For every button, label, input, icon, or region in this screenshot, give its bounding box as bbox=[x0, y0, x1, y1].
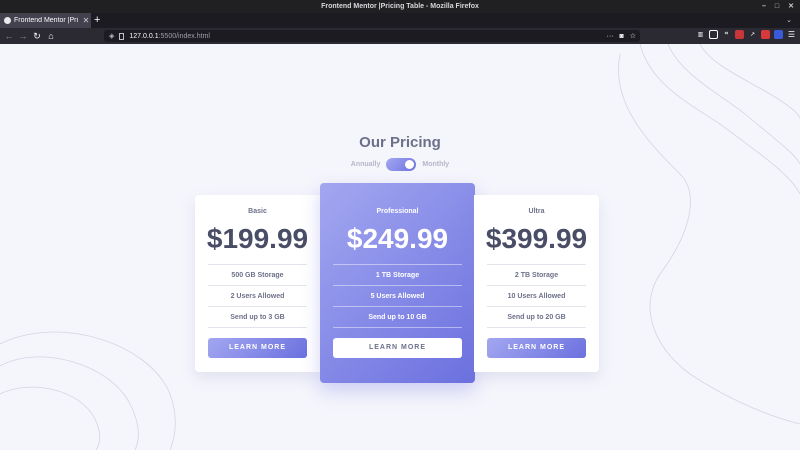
sidebar-icon[interactable] bbox=[709, 30, 718, 39]
learn-more-button[interactable]: LEARN MORE bbox=[208, 338, 307, 358]
feature-item: Send up to 3 GB bbox=[208, 307, 307, 328]
feature-list: 1 TB Storage 5 Users Allowed Send up to … bbox=[333, 264, 462, 328]
menu-icon[interactable]: ☰ bbox=[787, 30, 796, 39]
feature-list: 2 TB Storage 10 Users Allowed Send up to… bbox=[487, 264, 586, 328]
learn-more-button[interactable]: LEARN MORE bbox=[487, 338, 586, 358]
plan-name: Basic bbox=[248, 208, 267, 215]
feature-item: 500 GB Storage bbox=[208, 265, 307, 286]
shield-icon[interactable]: ◈ bbox=[109, 32, 114, 40]
extension-blue-icon[interactable] bbox=[774, 30, 783, 39]
pricing-card-basic: Basic $199.99 500 GB Storage 2 Users All… bbox=[195, 195, 320, 372]
tab-pricing-table[interactable]: Frontend Mentor |Pricing Table ✕ bbox=[0, 13, 91, 28]
bookmark-star-icon[interactable]: ☆ bbox=[630, 32, 636, 40]
window-titlebar: Frontend Mentor |Pricing Table - Mozilla… bbox=[0, 0, 800, 13]
toggle-knob[interactable] bbox=[405, 160, 415, 169]
pocket-icon[interactable]: ◙ bbox=[619, 33, 623, 40]
extension-red-icon[interactable] bbox=[735, 30, 744, 39]
feature-item: 1 TB Storage bbox=[333, 265, 462, 286]
plan-price: $199.99 bbox=[206, 223, 309, 254]
learn-more-button[interactable]: LEARN MORE bbox=[333, 338, 462, 358]
minimize-icon[interactable]: – bbox=[762, 0, 766, 13]
maximize-icon[interactable]: □ bbox=[775, 0, 779, 13]
url-host: 127.0.0.1 bbox=[129, 32, 159, 40]
forward-icon[interactable]: → bbox=[16, 29, 30, 43]
window-controls: – □ ✕ bbox=[762, 0, 794, 13]
page-actions-icon[interactable]: ··· bbox=[606, 33, 613, 40]
tab-title: Frontend Mentor |Pricing Table bbox=[14, 17, 78, 24]
home-icon[interactable]: ⌂ bbox=[44, 29, 58, 43]
url-bar[interactable]: ◈ 127.0.0.1:5500/index.html ··· ◙ ☆ bbox=[104, 30, 640, 42]
billing-toggle-row: Annually Monthly bbox=[0, 158, 800, 171]
extension-icons: ▥ ⌗ ↗ ☰ bbox=[696, 30, 796, 39]
page-title: Our Pricing bbox=[359, 134, 441, 151]
globe-icon bbox=[4, 17, 11, 24]
monthly-label[interactable]: Monthly bbox=[422, 161, 449, 168]
plan-price: $249.99 bbox=[346, 223, 449, 254]
feature-item: 10 Users Allowed bbox=[487, 286, 586, 307]
tab-strip: Frontend Mentor |Pricing Table ✕ + ⌄ bbox=[0, 13, 800, 28]
url-actions: ··· ◙ ☆ bbox=[606, 30, 636, 42]
pricing-card-professional: Professional $249.99 1 TB Storage 5 User… bbox=[320, 183, 475, 383]
extension-arrow-icon[interactable]: ↗ bbox=[748, 30, 757, 39]
new-tab-button[interactable]: + bbox=[94, 13, 100, 28]
feature-item: 5 Users Allowed bbox=[333, 286, 462, 307]
plan-price: $399.99 bbox=[485, 223, 588, 254]
feature-list: 500 GB Storage 2 Users Allowed Send up t… bbox=[208, 264, 307, 328]
close-tab-icon[interactable]: ✕ bbox=[81, 16, 91, 25]
feature-item: 2 TB Storage bbox=[487, 265, 586, 286]
page-viewport: Our Pricing Annually Monthly Basic $199.… bbox=[0, 44, 800, 450]
annually-label[interactable]: Annually bbox=[351, 161, 381, 168]
plan-name: Professional bbox=[376, 208, 419, 215]
billing-toggle[interactable] bbox=[386, 158, 417, 171]
page-icon[interactable] bbox=[119, 32, 125, 40]
pricing-card-ultra: Ultra $399.99 2 TB Storage 10 Users Allo… bbox=[474, 195, 599, 372]
screenshot-icon[interactable]: ⌗ bbox=[722, 30, 731, 39]
library-icon[interactable]: ▥ bbox=[696, 30, 705, 39]
back-icon[interactable]: ← bbox=[2, 29, 16, 43]
tab-list-icon[interactable]: ⌄ bbox=[786, 13, 792, 28]
nav-toolbar: ← → ↻ ⌂ ◈ 127.0.0.1:5500/index.html ··· … bbox=[0, 28, 800, 44]
window-title: Frontend Mentor |Pricing Table - Mozilla… bbox=[321, 3, 479, 10]
plan-name: Ultra bbox=[528, 208, 545, 215]
close-window-icon[interactable]: ✕ bbox=[788, 0, 794, 13]
feature-item: Send up to 10 GB bbox=[333, 307, 462, 328]
feature-item: Send up to 20 GB bbox=[487, 307, 586, 328]
url-path: :5500/index.html bbox=[158, 32, 210, 40]
feature-item: 2 Users Allowed bbox=[208, 286, 307, 307]
reload-icon[interactable]: ↻ bbox=[30, 29, 44, 43]
extension-red-icon-2[interactable] bbox=[761, 30, 770, 39]
